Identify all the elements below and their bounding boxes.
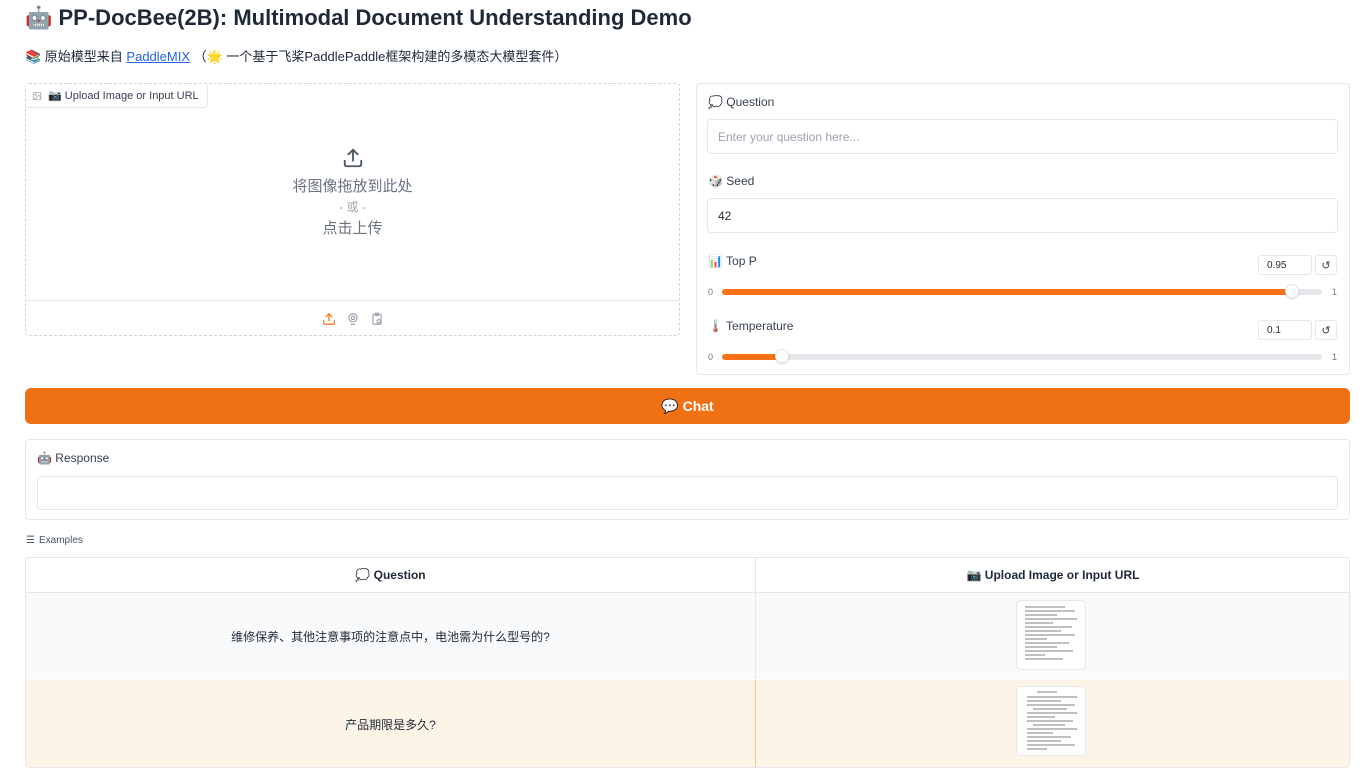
list-icon: ☰ <box>26 535 35 546</box>
paddlemix-link[interactable]: PaddleMIX <box>126 49 190 64</box>
examples-label-text: Examples <box>38 535 83 546</box>
top-p-min: 0 <box>708 287 714 297</box>
clipboard-source-button[interactable] <box>369 311 385 327</box>
response-panel: 🤖 Response <box>25 439 1350 520</box>
drop-text: 将图像拖放到此处 <box>292 177 413 195</box>
examples-table: 💭 Question 📷 Upload Image or Input URL 维… <box>25 557 1350 768</box>
temperature-slider[interactable] <box>722 349 1322 363</box>
upload-icon <box>343 148 362 167</box>
image-upload-panel: 将图像拖放到此处 - 或 - 点击上传 📷 Upload Image or In… <box>25 83 680 336</box>
seed-label: 🎲 Seed <box>708 174 755 188</box>
example-row[interactable]: 产品期限是多久? <box>26 680 1349 767</box>
top-p-max: 1 <box>1332 287 1338 297</box>
upload-label: 📷 Upload Image or Input URL <box>26 84 208 108</box>
document-thumbnail <box>1025 606 1077 660</box>
upload-source-button[interactable] <box>321 311 337 327</box>
temperature-reset-button[interactable]: ↺ <box>1315 320 1337 340</box>
webcam-source-button[interactable] <box>345 311 361 327</box>
example-thumbnail <box>1016 686 1086 756</box>
upload-label-text: 📷 Upload Image or Input URL <box>48 90 199 102</box>
top-p-label: 📊 Top P <box>708 254 757 268</box>
reset-icon: ↺ <box>1321 259 1331 272</box>
top-p-slider[interactable] <box>722 284 1322 298</box>
page-title: 🤖 PP-DocBee(2B): Multimodal Document Und… <box>25 5 692 30</box>
response-label: 🤖 Response <box>37 451 110 465</box>
question-input[interactable] <box>707 119 1338 154</box>
temperature-slider-fill <box>722 354 782 360</box>
image-drop-zone[interactable]: 将图像拖放到此处 - 或 - 点击上传 <box>26 84 679 300</box>
upload-toolbar <box>26 300 679 336</box>
question-label: 💭 Question <box>708 95 775 109</box>
example-question: 维修保养、其他注意事项的注意点中，电池需为什么型号的? <box>231 629 550 644</box>
example-image-cell <box>755 680 1349 767</box>
top-p-reset-button[interactable]: ↺ <box>1315 255 1337 275</box>
click-upload-text: 点击上传 <box>322 219 383 237</box>
chat-button[interactable]: 💬 Chat <box>25 388 1350 424</box>
reset-icon: ↺ <box>1321 324 1331 337</box>
temperature-label: 🌡️ Temperature <box>708 319 794 333</box>
or-text: - 或 - <box>339 199 366 214</box>
examples-header-question: 💭 Question <box>355 568 426 582</box>
examples-header-image: 📷 Upload Image or Input URL <box>755 558 1349 592</box>
top-p-slider-fill <box>722 289 1292 295</box>
examples-header: 💭 Question 📷 Upload Image or Input URL <box>26 558 1349 593</box>
clipboard-icon <box>371 312 382 325</box>
seed-input[interactable] <box>707 198 1338 233</box>
temperature-max: 1 <box>1332 352 1338 362</box>
examples-label: ☰ Examples <box>26 535 83 546</box>
top-p-number-input[interactable]: 0.95 <box>1258 255 1312 275</box>
top-p-slider-handle[interactable] <box>1285 284 1299 298</box>
settings-panel: 💭 Question 🎲 Seed 📊 Top P 0.95 ↺ 0 1 🌡️ … <box>696 83 1350 375</box>
response-output[interactable] <box>37 476 1338 510</box>
subtitle-prefix: 📚 原始模型来自 <box>25 49 127 64</box>
example-row[interactable]: 维修保养、其他注意事项的注意点中，电池需为什么型号的? <box>26 593 1349 679</box>
temperature-slider-handle[interactable] <box>775 349 789 363</box>
example-question: 产品期限是多久? <box>345 717 436 732</box>
page-subtitle: 📚 原始模型来自 PaddleMIX （🌟 一个基于飞桨PaddlePaddle… <box>25 48 567 66</box>
subtitle-suffix: （🌟 一个基于飞桨PaddlePaddle框架构建的多模态大模型套件） <box>190 49 568 64</box>
temperature-number-input[interactable]: 0.1 <box>1258 320 1312 340</box>
webcam-icon <box>347 312 358 325</box>
example-thumbnail <box>1016 600 1086 670</box>
example-image-cell <box>755 593 1349 679</box>
upload-icon <box>322 312 335 325</box>
document-thumbnail <box>1027 691 1077 750</box>
image-icon <box>32 91 42 100</box>
temperature-min: 0 <box>708 352 714 362</box>
